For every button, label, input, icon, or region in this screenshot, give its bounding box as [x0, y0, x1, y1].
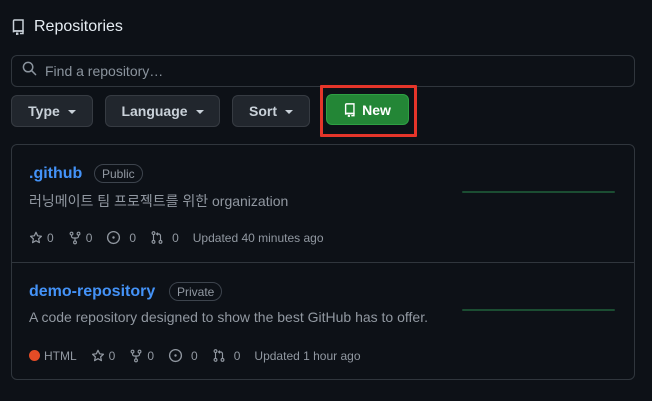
- language-indicator: HTML: [29, 349, 77, 363]
- sort-filter-button[interactable]: Sort: [232, 95, 310, 127]
- star-icon: [91, 349, 105, 363]
- language-filter-label: Language: [121, 103, 188, 119]
- issue-icon: [106, 230, 121, 245]
- repo-icon: [344, 102, 356, 117]
- fork-count[interactable]: 0: [68, 230, 93, 245]
- list-item: .github Public 러닝메이트 팀 프로젝트를 위한 organiza…: [12, 145, 634, 262]
- language-label: HTML: [44, 348, 77, 363]
- repo-description: 러닝메이트 팀 프로젝트를 위한 organization: [29, 193, 289, 209]
- visibility-badge: Private: [169, 282, 223, 301]
- search-icon: [22, 61, 37, 81]
- pull-request-icon: [212, 348, 226, 363]
- issue-icon: [168, 348, 183, 363]
- repositories-header: Repositories: [12, 16, 123, 38]
- issue-count[interactable]: 0: [168, 348, 198, 363]
- repo-icon: [12, 19, 25, 35]
- updated-time: Updated 40 minutes ago: [192, 230, 324, 245]
- pull-request-icon: [150, 230, 164, 245]
- pull-request-count[interactable]: 0: [212, 348, 241, 363]
- repo-name-link[interactable]: .github: [29, 165, 82, 183]
- pull-request-count-value: 0: [172, 230, 179, 245]
- search-input[interactable]: [45, 63, 605, 79]
- sort-filter-label: Sort: [249, 103, 277, 119]
- new-repository-button[interactable]: New: [326, 94, 409, 125]
- fork-icon: [129, 349, 143, 363]
- list-item: demo-repository Private A code repositor…: [12, 262, 634, 379]
- star-count[interactable]: 0: [91, 348, 116, 363]
- language-color-dot: [29, 350, 40, 361]
- caret-down-icon: [285, 110, 293, 114]
- pull-request-count[interactable]: 0: [150, 230, 179, 245]
- issue-count-value: 0: [191, 348, 198, 363]
- star-count[interactable]: 0: [29, 231, 54, 245]
- fork-count-value: 0: [147, 348, 155, 363]
- repository-list: .github Public 러닝메이트 팀 프로젝트를 위한 organiza…: [11, 144, 635, 380]
- repo-meta: HTML 0 0 0 0 Updated 1 hour ago: [29, 348, 375, 363]
- pull-request-count-value: 0: [233, 348, 241, 363]
- star-count-value: 0: [108, 348, 116, 363]
- fork-count[interactable]: 0: [129, 349, 154, 363]
- caret-down-icon: [67, 110, 76, 114]
- activity-sparkline: [462, 309, 615, 311]
- issue-count-value: 0: [129, 230, 137, 245]
- repo-description: A code repository designed to show the b…: [29, 309, 428, 325]
- type-filter-label: Type: [28, 103, 60, 119]
- language-filter-button[interactable]: Language: [105, 95, 220, 127]
- fork-icon: [68, 231, 82, 245]
- new-button-label: New: [362, 101, 391, 118]
- caret-down-icon: [195, 110, 204, 114]
- fork-count-value: 0: [85, 230, 93, 245]
- search-box[interactable]: [11, 55, 635, 87]
- activity-sparkline: [462, 191, 615, 193]
- issue-count[interactable]: 0: [106, 230, 136, 245]
- visibility-badge: Public: [94, 164, 143, 183]
- updated-time: Updated 1 hour ago: [254, 348, 361, 363]
- star-count-value: 0: [47, 230, 54, 245]
- star-icon: [29, 231, 43, 245]
- type-filter-button[interactable]: Type: [11, 95, 93, 127]
- page-title: Repositories: [34, 18, 123, 35]
- repo-meta: 0 0 0 0 Updated 40 minutes ago: [29, 230, 338, 245]
- repo-name-link[interactable]: demo-repository: [29, 283, 155, 301]
